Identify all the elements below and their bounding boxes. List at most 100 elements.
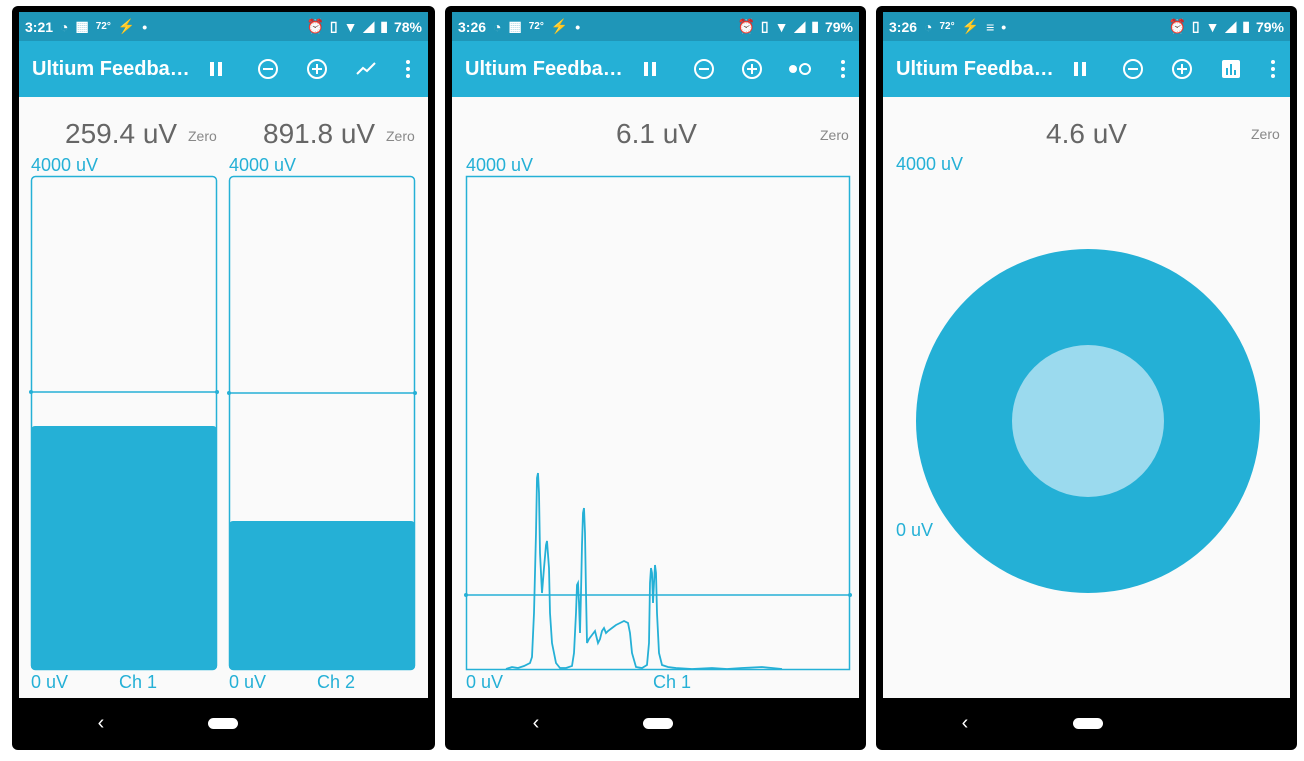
more-vert-icon	[1271, 60, 1275, 78]
charging-icon: ⚡	[117, 18, 136, 34]
vibrate-icon: ▯	[329, 18, 338, 34]
signal-icon: ◢	[363, 18, 375, 34]
menu-notification-icon: ≡	[986, 18, 995, 35]
max-label: 4000 uV	[896, 154, 964, 174]
home-button[interactable]	[208, 718, 238, 729]
zoom-in-button[interactable]	[738, 55, 766, 83]
back-icon[interactable]: ‹	[91, 712, 111, 734]
back-icon[interactable]: ‹	[526, 712, 546, 734]
ch2-min-label: 0 uV	[229, 672, 267, 692]
screen-2: 3:26 ◔ ▦ 72° ⚡ • ⏰ ▯ ▼ ◢ ▮ 79% Ultium Fe…	[452, 12, 859, 698]
zero-button[interactable]: Zero	[820, 127, 849, 143]
ch1-zero-button[interactable]: Zero	[188, 128, 217, 144]
status-bar: 3:26 ◔ 72° ⚡ ≡ • ⏰ ▯ ▼ ◢ ▮ 79%	[883, 12, 1290, 41]
phone-screen-3: 3:26 ◔ 72° ⚡ ≡ • ⏰ ▯ ▼ ◢ ▮ 79% Ultium Fe…	[876, 6, 1297, 750]
battery-percent: 79%	[824, 18, 853, 35]
status-time: 3:21	[25, 18, 54, 35]
zero-button[interactable]: Zero	[1251, 126, 1280, 142]
nav-bar: ‹	[12, 698, 435, 750]
zoom-out-button[interactable]	[690, 55, 718, 83]
app-title: Ultium Feedba…	[32, 58, 190, 80]
view-mode-button[interactable]	[1217, 55, 1245, 83]
charging-icon: ⚡	[961, 18, 980, 34]
pause-icon	[1074, 62, 1086, 76]
pause-icon	[210, 62, 222, 76]
battery-icon: ▮	[1242, 18, 1250, 34]
plus-circle-icon	[1172, 59, 1192, 79]
app-toolbar: Ultium Feedba…	[19, 41, 428, 97]
zoom-in-button[interactable]	[303, 55, 331, 83]
minus-circle-icon	[1123, 59, 1143, 79]
ch2-value: 891.8 uV	[263, 118, 376, 149]
app-notification-icon: ◔	[924, 18, 933, 35]
ch2-bar-fill	[229, 521, 415, 670]
zoom-out-button[interactable]	[1119, 55, 1147, 83]
overflow-menu-button[interactable]	[1259, 55, 1287, 83]
signal-icon: ◢	[1225, 18, 1237, 34]
image-notification-icon: ▦	[75, 18, 89, 34]
circle-view: 4.6 uV Zero 4000 uV 0 uV	[883, 97, 1290, 698]
app-notification-icon: ◔	[60, 18, 69, 35]
status-temp: 72°	[939, 21, 955, 32]
more-vert-icon	[406, 60, 410, 78]
screen-3: 3:26 ◔ 72° ⚡ ≡ • ⏰ ▯ ▼ ◢ ▮ 79% Ultium Fe…	[883, 12, 1290, 698]
inner-level-circle	[1012, 345, 1164, 497]
back-icon[interactable]: ‹	[955, 712, 975, 734]
view-mode-button[interactable]	[352, 55, 380, 83]
pause-button[interactable]	[202, 55, 230, 83]
plus-circle-icon	[307, 59, 327, 79]
bar-view: 259.4 uV Zero 891.8 uV Zero 4000 uV 4000…	[19, 97, 428, 698]
overflow-menu-button[interactable]	[394, 55, 422, 83]
wifi-icon: ▼	[343, 18, 358, 35]
vibrate-icon: ▯	[760, 18, 769, 34]
status-bar: 3:26 ◔ ▦ 72° ⚡ • ⏰ ▯ ▼ ◢ ▮ 79%	[452, 12, 859, 41]
more-vert-icon	[841, 60, 845, 78]
status-time: 3:26	[458, 18, 487, 35]
zoom-in-button[interactable]	[1168, 55, 1196, 83]
wifi-icon: ▼	[774, 18, 789, 35]
pause-button[interactable]	[636, 55, 664, 83]
ch2-threshold-handle	[227, 391, 231, 395]
min-label: 0 uV	[896, 520, 934, 540]
phone-screen-2: 3:26 ◔ ▦ 72° ⚡ • ⏰ ▯ ▼ ◢ ▮ 79% Ultium Fe…	[445, 6, 866, 750]
view-mode-button[interactable]	[786, 55, 814, 83]
nav-bar: ‹	[876, 698, 1297, 750]
minus-circle-icon	[694, 59, 714, 79]
dot-icon: •	[142, 18, 148, 35]
bar-chart-icon	[1222, 60, 1240, 78]
ch1-name: Ch 1	[119, 672, 158, 692]
ch1-bar-fill	[31, 426, 217, 670]
status-bar: 3:21 ◔ ▦ 72° ⚡ • ⏰ ▯ ▼ ◢ ▮ 78%	[19, 12, 428, 41]
battery-percent: 79%	[1255, 18, 1284, 35]
app-title: Ultium Feedba…	[465, 58, 623, 80]
home-button[interactable]	[643, 718, 673, 729]
ch1-min-label: 0 uV	[31, 672, 69, 692]
zoom-out-button[interactable]	[254, 55, 282, 83]
app-title: Ultium Feedba…	[896, 58, 1054, 80]
phone-screen-1: 3:21 ◔ ▦ 72° ⚡ • ⏰ ▯ ▼ ◢ ▮ 78% Ultium Fe…	[12, 6, 435, 750]
ch1-value: 4.6 uV	[1046, 118, 1127, 149]
dot-icon: •	[1001, 18, 1007, 35]
min-label: 0 uV	[466, 672, 504, 692]
battery-percent: 78%	[393, 18, 422, 35]
circle-gauge-svg	[916, 249, 1260, 593]
signal-icon: ◢	[794, 18, 806, 34]
vibrate-icon: ▯	[1191, 18, 1200, 34]
line-chart-svg	[464, 175, 852, 671]
pause-button[interactable]	[1066, 55, 1094, 83]
screen-1: 3:21 ◔ ▦ 72° ⚡ • ⏰ ▯ ▼ ◢ ▮ 78% Ultium Fe…	[19, 12, 428, 698]
line-chart-icon	[356, 62, 376, 75]
overflow-menu-button[interactable]	[829, 55, 857, 83]
charging-icon: ⚡	[550, 18, 569, 34]
alarm-icon: ⏰	[1168, 18, 1186, 34]
pause-icon	[644, 62, 656, 76]
app-toolbar: Ultium Feedba…	[452, 41, 859, 97]
bar-chart-svg	[29, 175, 417, 671]
home-button[interactable]	[1073, 718, 1103, 729]
battery-icon: ▮	[380, 18, 388, 34]
threshold-handle	[464, 593, 468, 597]
ch1-value: 6.1 uV	[616, 118, 697, 149]
line-view: 6.1 uV Zero 4000 uV 0 uV Ch 1	[452, 97, 859, 698]
ch2-zero-button[interactable]: Zero	[386, 128, 415, 144]
wifi-icon: ▼	[1205, 18, 1220, 35]
